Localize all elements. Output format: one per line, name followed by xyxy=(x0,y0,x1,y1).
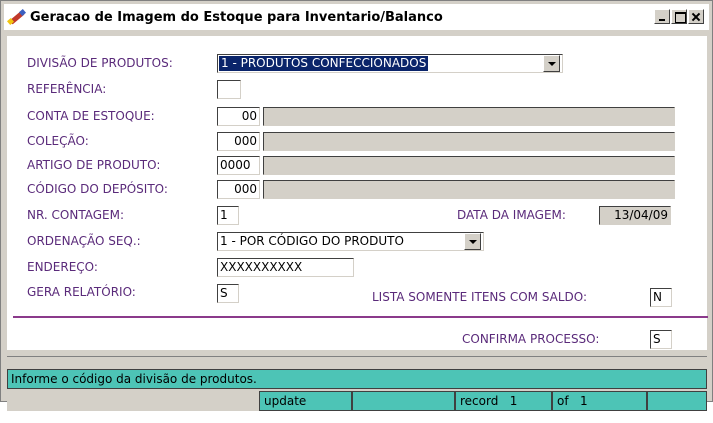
artigo-description xyxy=(263,156,675,175)
contagem-label: NR. CONTAGEM: xyxy=(27,208,124,222)
ordenacao-select[interactable]: 1 - POR CÓDIGO DO PRODUTO xyxy=(217,232,484,251)
divisao-label: DIVISÃO DE PRODUTOS: xyxy=(27,56,173,70)
ordenacao-label: ORDENAÇÃO SEQ.: xyxy=(27,234,141,248)
artigo-label: ARTIGO DE PRODUTO: xyxy=(27,158,161,172)
contagem-field[interactable]: 1 xyxy=(217,206,239,225)
gera-relatorio-label: GERA RELATÓRIO: xyxy=(27,285,136,299)
divisao-value: 1 - PRODUTOS CONFECCIONADOS xyxy=(219,56,429,71)
deposito-label: CÓDIGO DO DEPÓSITO: xyxy=(27,182,168,196)
lista-saldo-field[interactable]: N xyxy=(650,288,672,307)
endereco-label: ENDEREÇO: xyxy=(27,260,98,274)
status-blank-cell-2 xyxy=(647,391,707,411)
status-blank-cell xyxy=(352,391,455,411)
confirma-field[interactable]: S xyxy=(650,330,672,349)
confirma-label: CONFIRMA PROCESSO: xyxy=(462,332,600,346)
data-imagem-label: DATA DA IMAGEM: xyxy=(457,208,566,222)
deposito-description xyxy=(263,180,675,199)
endereco-field[interactable]: XXXXXXXXXX xyxy=(217,258,354,277)
chevron-down-icon[interactable] xyxy=(543,55,560,72)
app-window: Geracao de Imagem do Estoque para Invent… xyxy=(0,0,713,411)
colecao-field[interactable]: 000 xyxy=(217,132,260,151)
of-label: of xyxy=(557,394,569,408)
conta-description xyxy=(263,107,675,126)
status-of: of 1 xyxy=(552,391,647,411)
divisao-select[interactable]: 1 - PRODUTOS CONFECCIONADOS xyxy=(217,54,563,73)
lista-saldo-label: LISTA SOMENTE ITENS COM SALDO: xyxy=(372,290,588,304)
close-icon[interactable] xyxy=(688,9,704,24)
title-bar[interactable]: Geracao de Imagem do Estoque para Invent… xyxy=(4,4,709,30)
colecao-description xyxy=(263,132,675,151)
maximize-icon[interactable] xyxy=(671,9,687,24)
referencia-field[interactable] xyxy=(217,80,241,99)
of-value: 1 xyxy=(580,394,588,408)
gera-relatorio-field[interactable]: S xyxy=(217,284,239,303)
conta-field[interactable]: 00 xyxy=(217,107,260,126)
status-mode: update xyxy=(259,391,352,411)
minimize-icon[interactable] xyxy=(654,9,670,24)
record-label: record xyxy=(460,394,499,408)
window-title: Geracao de Imagem do Estoque para Invent… xyxy=(30,9,443,25)
deposito-field[interactable]: 000 xyxy=(217,180,260,199)
data-imagem-field: 13/04/09 xyxy=(599,206,671,225)
status-record: record 1 xyxy=(455,391,552,411)
chevron-down-icon[interactable] xyxy=(464,233,481,250)
referencia-label: REFERÊNCIA: xyxy=(27,82,107,96)
divider xyxy=(13,316,708,318)
colecao-label: COLEÇÃO: xyxy=(27,134,89,148)
artigo-field[interactable]: 0000 xyxy=(217,156,260,175)
inventory-form: DIVISÃO DE PRODUTOS: 1 - PRODUTOS CONFEC… xyxy=(7,36,708,350)
status-cell-empty xyxy=(7,391,259,411)
status-separator xyxy=(7,356,707,357)
pen-icon xyxy=(6,8,27,26)
conta-label: CONTA DE ESTOQUE: xyxy=(27,109,155,123)
record-value: 1 xyxy=(509,394,518,408)
status-message: Informe o código da divisão de produtos. xyxy=(7,369,707,389)
